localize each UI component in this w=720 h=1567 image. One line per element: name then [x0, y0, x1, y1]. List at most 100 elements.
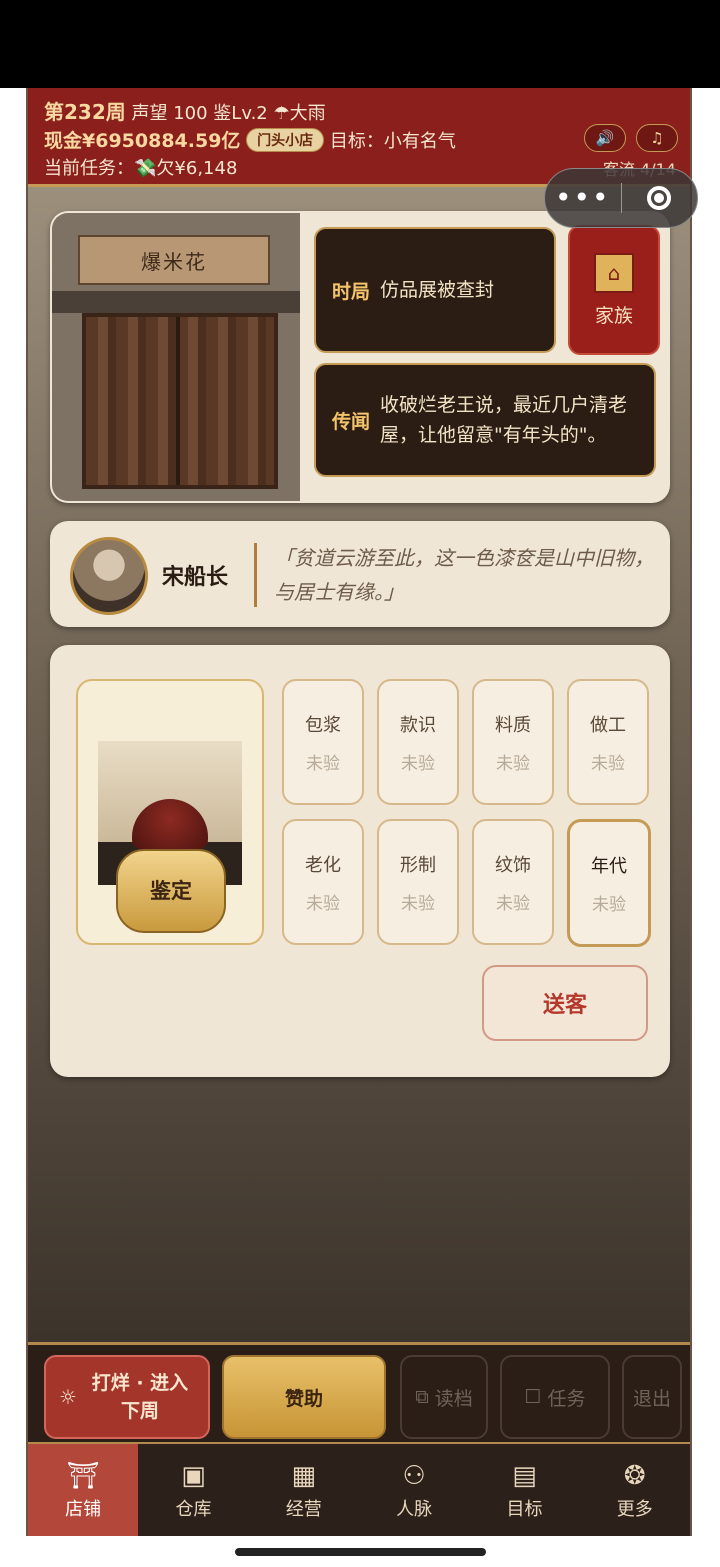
inspect-era[interactable]: 年代 未验: [567, 819, 651, 947]
shop-door-image: 爆米花: [52, 213, 300, 501]
reputation: 声望 100: [131, 103, 208, 124]
inspect-aging[interactable]: 老化 未验: [282, 819, 364, 945]
shop-sign: 爆米花: [78, 235, 270, 285]
shop-tier-badge: 门头小店: [246, 128, 325, 152]
close-shop-button[interactable]: ☼ 打烊 · 进入下周: [44, 1355, 210, 1439]
people-icon: ⚇: [402, 1461, 426, 1491]
tab-label: 更多: [616, 1499, 653, 1520]
customer-avatar: [70, 537, 148, 615]
tile-status: 未验: [401, 894, 435, 914]
more-icon: ❂: [623, 1461, 646, 1491]
scroll-icon: ▤: [512, 1461, 537, 1491]
tile-name: 纹饰: [495, 855, 531, 876]
customer-speech-card: 宋船长 「贫道云游至此，这一色漆奁是山中旧物，与居士有缘。」: [50, 521, 670, 627]
action-bar: ☼ 打烊 · 进入下周 赞助 ⧉ 读档 ☐ 任务 退出: [28, 1342, 690, 1445]
header-row-task: 当前任务：💸欠¥6,148: [44, 154, 237, 180]
tile-status: 未验: [306, 754, 340, 774]
header-row-stats: 第232周 声望 100 鉴Lv.2 ☂大雨: [44, 96, 326, 125]
folder-icon: ⧉: [415, 1386, 429, 1408]
goal-text: 目标：小有名气: [329, 131, 456, 152]
more-dots-icon[interactable]: •••: [545, 178, 621, 218]
tile-status: 未验: [401, 754, 435, 774]
inspect-material[interactable]: 料质 未验: [472, 679, 554, 805]
tile-status: 未验: [592, 895, 626, 915]
inspect-craftsmanship[interactable]: 做工 未验: [567, 679, 649, 805]
appraisal-panel: 鉴定 包浆 未验 款识 未验 料质 未验 做工 未验 老化 未验 形制 未验 纹…: [50, 645, 670, 1077]
era-label: 时局: [332, 280, 371, 303]
mini-program-capsule: •••: [544, 168, 698, 228]
inspect-form[interactable]: 形制 未验: [377, 819, 459, 945]
tab-label: 店铺: [65, 1499, 102, 1520]
rain-icon: ☂: [273, 103, 290, 124]
warehouse-icon: ▣: [181, 1461, 206, 1491]
shop-front-card: 爆米花 时局 仿品展被查封 ⌂ 家族 传闻 收破烂老王说，最近几户清老屋，让他留…: [50, 211, 670, 503]
abacus-icon: ▦: [291, 1461, 317, 1491]
target-icon: [647, 186, 672, 210]
family-label: 家族: [594, 304, 633, 327]
tab-label: 目标: [506, 1499, 543, 1520]
era-event-box: 时局 仿品展被查封: [314, 227, 556, 353]
tile-status: 未验: [306, 894, 340, 914]
inspect-patina[interactable]: 包浆 未验: [282, 679, 364, 805]
wooden-door: [82, 313, 278, 489]
tab-label: 人脉: [396, 1499, 433, 1520]
tile-status: 未验: [496, 754, 530, 774]
close-mini-program-button[interactable]: [622, 186, 698, 210]
tab-more[interactable]: ❂ 更多: [580, 1444, 690, 1536]
exit-button[interactable]: 退出: [622, 1355, 682, 1439]
tile-status: 未验: [591, 754, 625, 774]
lacquer-box-image: [132, 799, 208, 849]
rumor-box: 传闻 收破烂老王说，最近几户清老屋，让他留意"有年头的"。: [314, 363, 656, 477]
inspect-pattern[interactable]: 纹饰 未验: [472, 819, 554, 945]
tile-status: 未验: [496, 894, 530, 914]
tile-name: 包浆: [305, 715, 341, 736]
clan-hall-icon: ⌂: [594, 252, 634, 293]
tab-warehouse[interactable]: ▣ 仓库: [138, 1444, 248, 1536]
tile-name: 料质: [495, 715, 531, 736]
status-bar: [0, 0, 720, 88]
tile-name: 年代: [591, 856, 627, 877]
appraise-button[interactable]: 鉴定: [116, 849, 226, 933]
tile-name: 老化: [305, 855, 341, 876]
tab-business[interactable]: ▦ 经营: [249, 1444, 359, 1536]
sound-toggle[interactable]: 🔊: [584, 124, 626, 152]
rumor-label: 传闻: [332, 410, 371, 433]
inspect-mark[interactable]: 款识 未验: [377, 679, 459, 805]
checkbox-icon: ☐: [524, 1386, 542, 1408]
weather: 大雨: [289, 103, 326, 124]
quote-divider: [254, 543, 257, 607]
tab-network[interactable]: ⚇ 人脉: [359, 1444, 469, 1536]
home-indicator: [235, 1548, 486, 1556]
family-button[interactable]: ⌂ 家族: [568, 225, 660, 355]
bottom-tab-bar: ⛩ 店铺 ▣ 仓库 ▦ 经营 ⚇ 人脉 ▤ 目标 ❂ 更多: [28, 1442, 690, 1536]
game-app: 第232周 声望 100 鉴Lv.2 ☂大雨 现金¥6950884.59亿 门头…: [26, 88, 692, 1536]
customer-quote: 「贫道云游至此，这一色漆奁是山中旧物，与居士有缘。」: [274, 546, 654, 604]
close-shop-label: 打烊 · 进入下周: [91, 1372, 189, 1422]
speaker-icon: 🔊: [595, 129, 615, 147]
shop-icon: ⛩: [66, 1461, 100, 1491]
load-save-button[interactable]: ⧉ 读档: [400, 1355, 488, 1439]
music-note-icon: ♫: [650, 129, 664, 147]
tile-name: 做工: [590, 715, 626, 736]
shop-scene: 爆米花 时局 仿品展被查封 ⌂ 家族 传闻 收破烂老王说，最近几户清老屋，让他留…: [28, 187, 690, 1342]
appraisal-level: 鉴Lv.2: [213, 103, 268, 124]
rumor-text: 收破烂老王说，最近几户清老屋，让他留意"有年头的"。: [380, 394, 628, 446]
header-row-cash: 现金¥6950884.59亿 门头小店 目标：小有名气: [44, 126, 456, 153]
week-counter: 第232周: [44, 100, 126, 124]
tab-goals[interactable]: ▤ 目标: [469, 1444, 579, 1536]
era-text: 仿品展被查封: [380, 279, 495, 301]
item-display: 鉴定: [76, 679, 264, 945]
customer-name: 宋船长: [162, 565, 229, 590]
tab-label: 仓库: [175, 1499, 212, 1520]
tasks-button[interactable]: ☐ 任务: [500, 1355, 610, 1439]
send-off-button[interactable]: 送客: [482, 965, 648, 1041]
tab-shop[interactable]: ⛩ 店铺: [28, 1444, 139, 1536]
cash-amount: 现金¥6950884.59亿: [44, 130, 241, 152]
sponsor-button[interactable]: 赞助: [222, 1355, 386, 1439]
tasks-label: 任务: [547, 1387, 586, 1410]
tile-name: 款识: [400, 715, 436, 736]
current-task: 当前任务：💸欠¥6,148: [44, 158, 238, 179]
sun-icon: ☼: [59, 1385, 77, 1409]
tile-name: 形制: [400, 855, 436, 876]
music-toggle[interactable]: ♫: [636, 124, 678, 152]
